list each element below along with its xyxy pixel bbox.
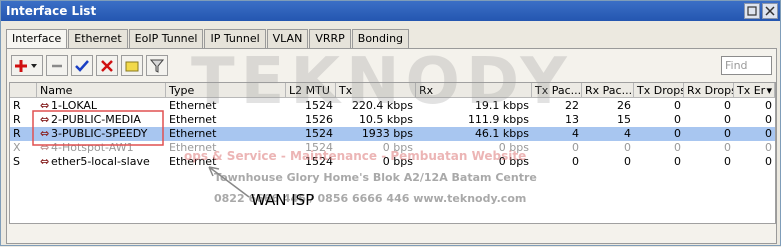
annotation-arrow [208, 166, 250, 198]
wan-isp-label: WAN ISP [251, 191, 315, 209]
wan-highlight-box [32, 110, 164, 146]
interface-list-window: Interface List Interface Ethernet EoIP T… [0, 0, 781, 246]
wan-annotation-overlay [32, 110, 250, 198]
